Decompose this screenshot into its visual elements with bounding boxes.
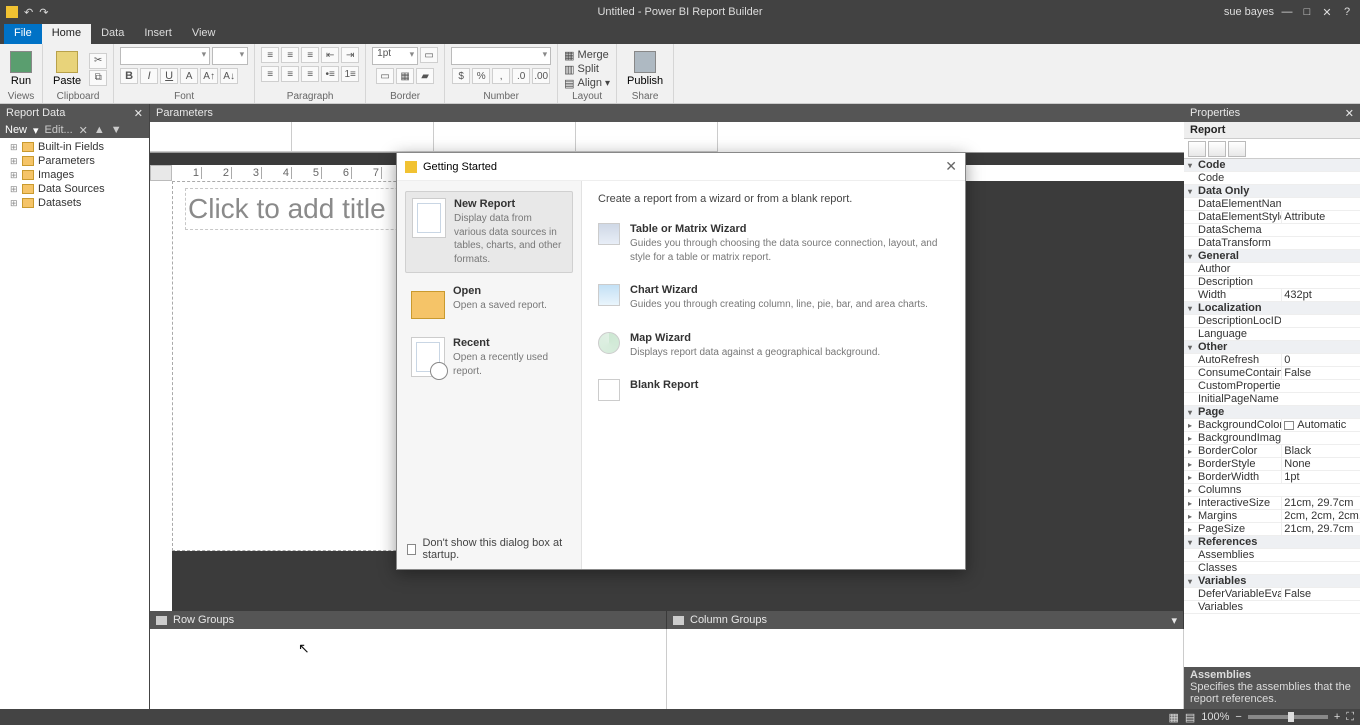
dialog-option-open[interactable]: OpenOpen a saved report. bbox=[405, 279, 573, 325]
dialog-option-recent[interactable]: RecentOpen a recently used report. bbox=[405, 331, 573, 384]
dialog-left-options: New ReportDisplay data from various data… bbox=[397, 181, 582, 569]
dialog-intro: Create a report from a wizard or from a … bbox=[598, 193, 949, 205]
dialog-close-icon[interactable]: ✕ bbox=[945, 158, 957, 175]
wizard-blank[interactable]: Blank Report bbox=[598, 371, 949, 413]
new-icon bbox=[412, 198, 446, 238]
dialog-backdrop: Getting Started ✕ New ReportDisplay data… bbox=[0, 0, 1360, 725]
dialog-icon bbox=[405, 161, 417, 173]
dialog-title-text: Getting Started bbox=[423, 161, 497, 173]
wizard-map[interactable]: Map WizardDisplays report data against a… bbox=[598, 324, 949, 372]
open-icon bbox=[411, 291, 445, 319]
dont-show-checkbox[interactable] bbox=[407, 544, 416, 555]
table-wizard-icon bbox=[598, 223, 620, 245]
wizard-list: Table or Matrix WizardGuides you through… bbox=[598, 215, 949, 413]
getting-started-dialog: Getting Started ✕ New ReportDisplay data… bbox=[396, 152, 966, 570]
map-wizard-icon bbox=[598, 332, 620, 354]
wizard-table[interactable]: Table or Matrix WizardGuides you through… bbox=[598, 215, 949, 276]
chart-wizard-icon bbox=[598, 284, 620, 306]
dialog-option-new[interactable]: New ReportDisplay data from various data… bbox=[405, 191, 573, 273]
dont-show-label[interactable]: Don't show this dialog box at startup. bbox=[422, 537, 571, 561]
wizard-chart[interactable]: Chart WizardGuides you through creating … bbox=[598, 276, 949, 324]
recent-icon bbox=[411, 337, 445, 377]
blank-wizard-icon bbox=[598, 379, 620, 401]
